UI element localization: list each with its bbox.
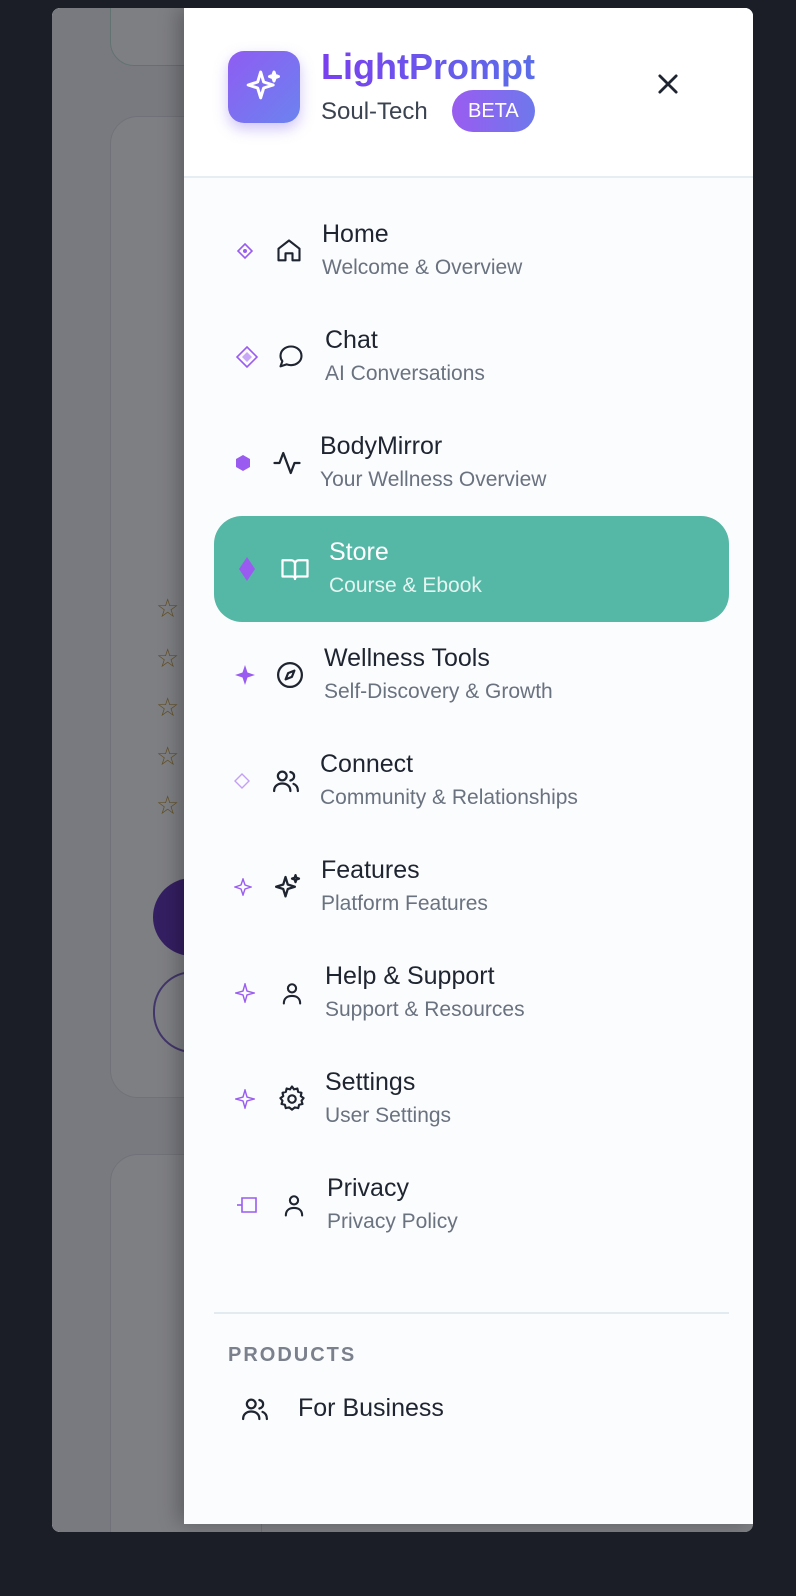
nav-item-privacy[interactable]: Privacy Privacy Policy — [214, 1152, 729, 1258]
nav-item-subtitle: User Settings — [325, 1104, 452, 1127]
nav-item-home[interactable]: Home Welcome & Overview — [214, 198, 729, 304]
chat-bubble-icon — [274, 304, 308, 410]
hexagon-marker-icon — [232, 410, 254, 516]
nav-item-title: Settings — [325, 1068, 416, 1096]
nav-item-subtitle: Support & Resources — [325, 998, 525, 1021]
sparkles-icon — [271, 834, 305, 940]
diamond-marker-icon — [234, 198, 256, 304]
brand-name: LightPrompt — [321, 46, 535, 87]
users-icon — [242, 1398, 268, 1421]
nav-item-title: BodyMirror — [320, 432, 443, 460]
four-point-star-marker-icon — [234, 940, 256, 1046]
sparkles-icon — [246, 70, 280, 100]
for-business-label: For Business — [298, 1394, 444, 1422]
four-point-star-marker-icon — [234, 1046, 256, 1152]
nav-item-title: Features — [321, 856, 420, 884]
users-icon — [269, 728, 303, 834]
compass-icon — [273, 622, 307, 728]
nav-item-title: Wellness Tools — [324, 644, 490, 672]
for-business-link[interactable]: For Business — [228, 1382, 628, 1438]
app-window: ☆ ☆ ☆ ☆ ☆ LightPrompt Soul-Tech BETA — [52, 8, 753, 1532]
home-icon — [272, 198, 306, 304]
nav-item-title: Chat — [325, 326, 378, 354]
nav-item-subtitle: Community & Relationships — [320, 786, 578, 809]
nav-item-title: Help & Support — [325, 962, 495, 990]
logo — [228, 51, 300, 123]
gear-icon — [275, 1046, 309, 1152]
four-point-star-marker-icon — [232, 834, 254, 940]
nav-item-chat[interactable]: Chat AI Conversations — [214, 304, 729, 410]
nav-item-subtitle: Self-Discovery & Growth — [324, 680, 553, 703]
nav-item-subtitle: AI Conversations — [325, 362, 485, 385]
divider — [214, 1312, 729, 1314]
close-icon[interactable] — [654, 70, 682, 98]
diamond-outline-marker-icon — [231, 728, 253, 834]
nav-item-connect[interactable]: Connect Community & Relationships — [214, 728, 729, 834]
nav-item-bodymirror[interactable]: BodyMirror Your Wellness Overview — [214, 410, 729, 516]
nav-item-store[interactable]: Store Course & Ebook — [214, 516, 729, 622]
user-icon — [277, 1152, 311, 1258]
user-icon — [275, 940, 309, 1046]
activity-pulse-icon — [270, 410, 304, 516]
diamond-marker-icon — [236, 516, 258, 622]
brand-subtitle: Soul-Tech — [321, 98, 428, 125]
beta-badge: BETA — [452, 90, 535, 132]
nav-drawer: LightPrompt Soul-Tech BETA Home Welcome … — [184, 8, 753, 1524]
drawer-header: LightPrompt Soul-Tech BETA — [184, 8, 753, 178]
nav-item-subtitle: Course & Ebook — [329, 574, 482, 597]
nav-item-features[interactable]: Features Platform Features — [214, 834, 729, 940]
nav-item-wellness-tools[interactable]: Wellness Tools Self-Discovery & Growth — [214, 622, 729, 728]
nav-item-title: Store — [329, 538, 389, 566]
nav-item-title: Connect — [320, 750, 414, 778]
four-point-star-marker-icon — [234, 622, 256, 728]
products-section-label: PRODUCTS — [228, 1344, 357, 1366]
nav-item-subtitle: Your Wellness Overview — [320, 468, 547, 491]
nav-item-title: Privacy — [327, 1174, 409, 1202]
nav-item-subtitle: Platform Features — [321, 892, 488, 915]
book-open-icon — [278, 516, 312, 622]
nav-item-subtitle: Privacy Policy — [327, 1210, 458, 1233]
square-marker-icon — [236, 1152, 258, 1258]
nav-item-settings[interactable]: Settings User Settings — [214, 1046, 729, 1152]
nav-item-help-support[interactable]: Help & Support Support & Resources — [214, 940, 729, 1046]
nav-item-title: Home — [322, 220, 389, 248]
diamond-marker-icon — [236, 304, 258, 410]
nav-item-subtitle: Welcome & Overview — [322, 256, 523, 279]
